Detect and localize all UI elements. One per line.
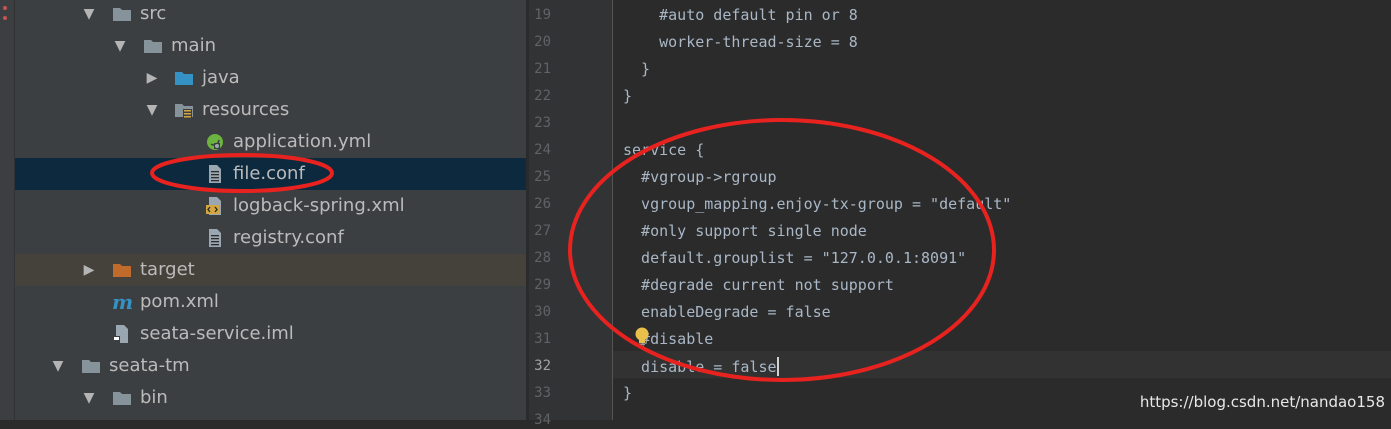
line-number: 20 [534,34,551,50]
collapse-arrow-icon[interactable]: ▼ [144,102,160,118]
tree-item-pom-xml[interactable]: m pom.xml [15,286,526,318]
code-line[interactable]: #only support single node [623,222,867,240]
tree-item-label: seata-service.iml [140,323,294,344]
tree-item-bin[interactable]: ▼ bin [15,382,526,414]
line-number: 29 [534,277,551,293]
collapse-arrow-icon[interactable]: ▼ [50,358,66,374]
line-number: 23 [534,115,551,131]
code-line[interactable]: #degrade current not support [623,276,894,294]
folder-icon [113,392,131,405]
tree-item-label: registry.conf [233,227,344,248]
tree-item-label: application.yml [233,131,372,152]
line-number: 34 [534,412,551,428]
source-folder-icon [175,72,193,85]
line-number: 26 [534,196,551,212]
line-number: 33 [534,385,551,401]
line-number: 27 [534,223,551,239]
line-number: 22 [534,88,551,104]
code-line[interactable]: enableDegrade = false [623,303,831,321]
collapse-arrow-icon[interactable]: ▼ [81,390,97,406]
tree-item-target[interactable]: ▶ target [15,254,526,286]
folder-icon [82,360,100,373]
line-number: 24 [534,142,551,158]
watermark: https://blog.csdn.net/nandao158 [1139,393,1385,411]
line-number: 30 [534,304,551,320]
collapse-arrow-icon[interactable]: ▼ [81,6,97,22]
tree-item-label: resources [202,99,290,120]
code-line[interactable]: worker-thread-size = 8 [623,33,858,51]
line-number: 19 [534,7,551,23]
code-line[interactable]: } [623,60,650,78]
tree-item-main[interactable]: ▼ main [15,30,526,62]
tree-item-resources[interactable]: ▼ resources [15,94,526,126]
tree-item-label: java [202,67,240,88]
folder-icon [113,8,131,21]
expand-arrow-icon[interactable]: ▶ [144,70,160,86]
iml-file-icon [113,325,128,343]
bookmark-icon [3,6,7,20]
code-line[interactable]: service { [623,141,704,159]
tree-item-src[interactable]: ▼ src [15,0,526,30]
code-editor[interactable]: #auto default pin or 8 worker-thread-siz… [613,0,1391,420]
code-line[interactable]: } [623,384,632,402]
collapse-arrow-icon[interactable]: ▼ [112,38,128,54]
code-line[interactable]: #auto default pin or 8 [623,6,858,24]
line-number-gutter: 19 20 21 22 23 24 25 26 27 28 29 30 31 3… [529,0,612,428]
text-caret [776,357,779,376]
code-line[interactable]: default.grouplist = "127.0.0.1:8091" [623,249,966,267]
code-line[interactable]: disable = false [623,357,779,376]
tree-item-label: main [171,35,216,56]
tree-item-file-conf[interactable]: file.conf [15,158,526,190]
tree-item-seata-service-iml[interactable]: seata-service.iml [15,318,526,350]
code-line[interactable]: vgroup_mapping.enjoy-tx-group = "default… [623,195,1011,213]
spring-yml-icon [207,134,223,150]
code-line-text: disable = false [623,358,777,376]
left-tool-strip [0,0,15,420]
expand-arrow-icon[interactable]: ▶ [81,262,97,278]
code-line[interactable]: #vgroup->rgroup [623,168,776,186]
tree-item-label: file.conf [233,163,305,184]
tree-item-label: seata-tm [109,355,190,376]
lightbulb-icon[interactable] [633,326,651,348]
tree-item-java[interactable]: ▶ java [15,62,526,94]
excluded-folder-icon [113,264,131,277]
tree-item-label: target [140,259,195,280]
tree-item-seata-tm[interactable]: ▼ seata-tm [15,350,526,382]
text-file-icon [209,165,221,183]
folder-icon [144,40,162,53]
tree-item-label: logback-spring.xml [233,195,405,216]
tree-item-label: bin [140,387,168,408]
line-number: 25 [534,169,551,185]
line-number: 32 [534,358,551,374]
text-file-icon [209,229,221,247]
line-number: 21 [534,61,551,77]
tree-item-label: src [140,3,167,24]
line-number: 31 [534,331,551,347]
tree-item-registry-conf[interactable]: registry.conf [15,222,526,254]
tree-item-logback-spring-xml[interactable]: logback-spring.xml [15,190,526,222]
xml-file-icon [206,197,221,215]
resources-folder-icon [175,104,193,118]
code-line[interactable]: } [623,87,632,105]
project-tree: ▼ src ▼ main ▶ java ▼ resources applicat… [15,0,526,420]
line-number: 28 [534,250,551,266]
tree-item-label: pom.xml [140,291,219,312]
tree-item-application-yml[interactable]: application.yml [15,126,526,158]
maven-icon: m [112,290,134,314]
